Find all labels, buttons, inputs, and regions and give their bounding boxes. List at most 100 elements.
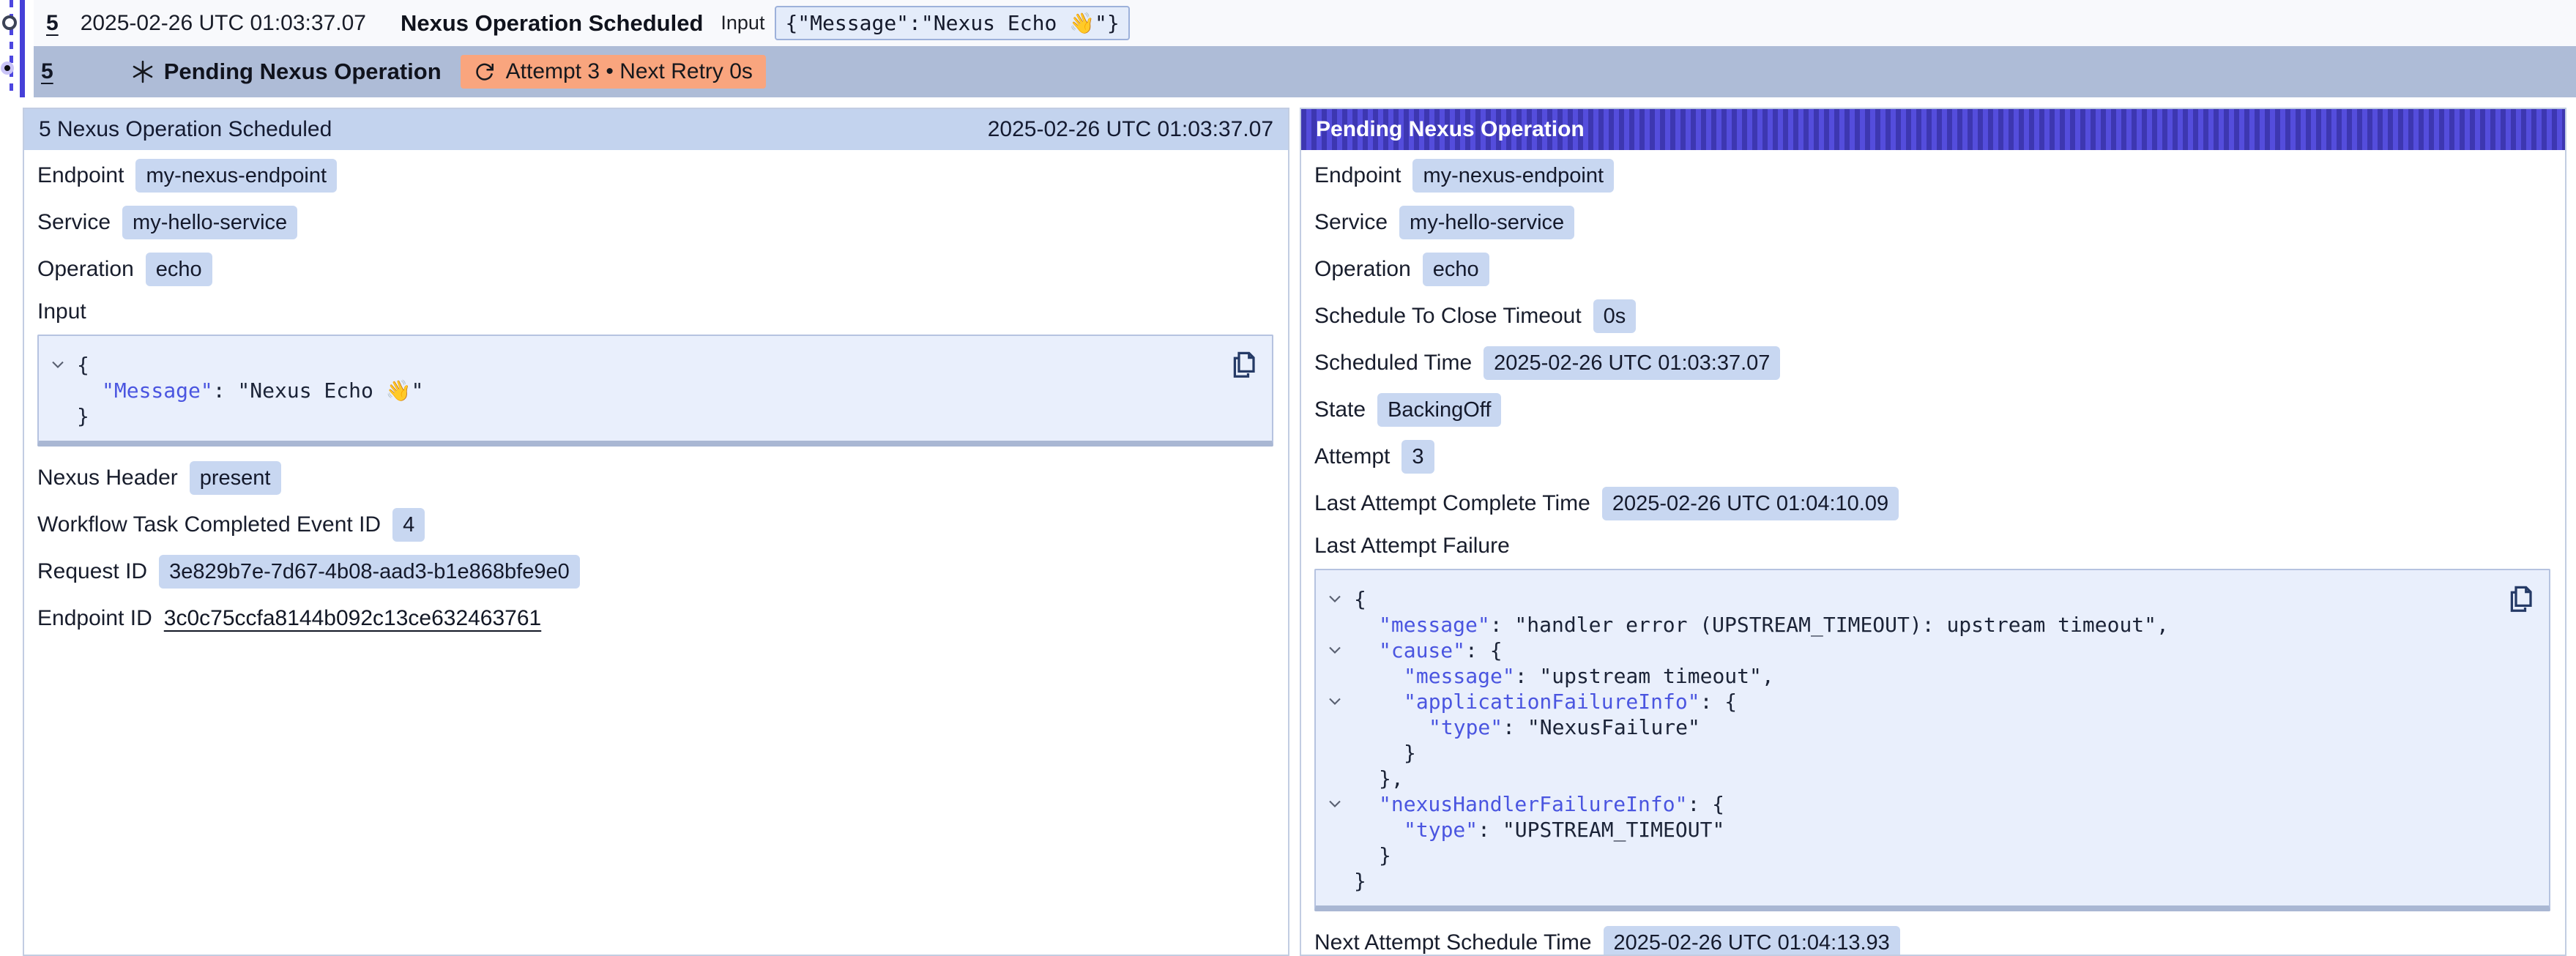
json-text: : "Nexus Echo 👋" [213, 378, 424, 403]
collapse-chevron-icon[interactable] [1325, 640, 1345, 660]
json-text: } [1354, 869, 1366, 893]
field-value-badge: 3e829b7e-7d67-4b08-aad3-b1e868bfe9e0 [159, 555, 580, 589]
field-value-badge: my-nexus-endpoint [1412, 159, 1614, 193]
json-text: { [1354, 587, 1366, 611]
json-text: : { [1687, 792, 1724, 816]
json-key: "type" [1404, 818, 1478, 842]
timeline-accent-bar [20, 0, 25, 97]
field-label: Next Attempt Schedule Time [1314, 930, 1592, 955]
field-row-last-attempt-complete-time: Last Attempt Complete Time 2025-02-26 UT… [1314, 487, 2550, 520]
json-line: { [1316, 586, 2498, 612]
field-row-endpoint-id: Endpoint ID 3c0c75ccfa8144b092c13ce63246… [37, 602, 1273, 635]
field-label: Service [1314, 210, 1388, 235]
field-value-badge: 2025-02-26 UTC 01:04:10.09 [1602, 487, 1899, 520]
detail-panels: 5 Nexus Operation Scheduled 2025-02-26 U… [23, 108, 2566, 956]
field-label: Endpoint ID [37, 606, 152, 631]
field-label: Operation [1314, 257, 1411, 282]
retry-badge-text: Attempt 3 • Next Retry 0s [506, 59, 753, 84]
field-label: Service [37, 210, 111, 235]
json-line: "message": "upstream timeout", [1316, 663, 2498, 689]
event-title: Nexus Operation Scheduled [401, 10, 703, 37]
event-open-circle-icon [2, 15, 17, 30]
field-value-badge: 2025-02-26 UTC 01:03:37.07 [1484, 346, 1780, 380]
left-panel-body: Endpoint my-nexus-endpoint Service my-he… [24, 150, 1288, 635]
panel-pending-nexus-operation: Pending Nexus Operation Endpoint my-nexu… [1300, 108, 2566, 956]
json-line: "Message": "Nexus Echo 👋" [39, 378, 1221, 403]
left-panel-header: 5 Nexus Operation Scheduled 2025-02-26 U… [24, 109, 1288, 150]
copy-icon[interactable] [2504, 582, 2536, 617]
field-row-state: State BackingOff [1314, 393, 2550, 427]
field-label: Endpoint [37, 163, 124, 188]
field-value-badge: echo [1423, 253, 1489, 286]
json-line: "type": "UPSTREAM_TIMEOUT" [1316, 817, 2498, 843]
json-key: "nexusHandlerFailureInfo" [1379, 792, 1687, 816]
field-label: State [1314, 397, 1366, 422]
json-line: "nexusHandlerFailureInfo": { [1316, 791, 2498, 817]
timeline-dashed-connector [10, 0, 13, 97]
field-row-nexus-header: Nexus Header present [37, 461, 1273, 495]
field-label: Endpoint [1314, 163, 1401, 188]
json-text: : "NexusFailure" [1503, 715, 1700, 739]
retry-icon [474, 61, 496, 83]
json-key: "type" [1429, 715, 1503, 739]
copy-icon[interactable] [1226, 348, 1259, 383]
field-label: Last Attempt Complete Time [1314, 491, 1590, 516]
json-key: "Message" [102, 378, 213, 403]
collapse-chevron-icon[interactable] [1325, 589, 1345, 609]
json-text: : "upstream timeout", [1515, 664, 1774, 688]
field-value-badge: 4 [392, 508, 425, 542]
json-line: "applicationFailureInfo": { [1316, 689, 2498, 714]
field-value-badge: my-hello-service [122, 206, 297, 239]
pending-event-id-link[interactable]: 5 [41, 59, 53, 84]
input-json-viewer: {"Message": "Nexus Echo 👋"} [37, 335, 1273, 447]
json-key: "message" [1404, 664, 1515, 688]
event-input-preview-chip[interactable]: {"Message":"Nexus Echo 👋"} [775, 6, 1129, 40]
field-label: Nexus Header [37, 466, 178, 490]
pending-asterisk-icon [130, 59, 155, 84]
json-key: "cause" [1379, 638, 1465, 662]
field-label: Schedule To Close Timeout [1314, 304, 1582, 329]
left-panel-timestamp: 2025-02-26 UTC 01:03:37.07 [988, 117, 1273, 142]
field-row-service: Service my-hello-service [37, 206, 1273, 239]
collapse-chevron-icon[interactable] [48, 354, 68, 375]
left-panel-title: 5 Nexus Operation Scheduled [39, 117, 332, 142]
input-section-label: Input [37, 299, 1273, 324]
field-value-badge: my-nexus-endpoint [135, 159, 337, 193]
panel-nexus-operation-scheduled: 5 Nexus Operation Scheduled 2025-02-26 U… [23, 108, 1289, 956]
field-row-endpoint: Endpoint my-nexus-endpoint [1314, 159, 2550, 193]
json-line: } [39, 403, 1221, 429]
field-row-service: Service my-hello-service [1314, 206, 2550, 239]
workflow-event-detail-view: 5 2025-02-26 UTC 01:03:37.07 Nexus Opera… [0, 0, 2576, 956]
json-line: } [1316, 843, 2498, 868]
field-row-workflow-task-completed-event-id: Workflow Task Completed Event ID 4 [37, 508, 1273, 542]
json-text: : "handler error (UPSTREAM_TIMEOUT): ups… [1490, 613, 2169, 637]
field-value-badge: echo [146, 253, 212, 286]
collapse-chevron-icon[interactable] [1325, 793, 1345, 814]
right-panel-title: Pending Nexus Operation [1316, 117, 1585, 142]
endpoint-id-link[interactable]: 3c0c75ccfa8144b092c13ce632463761 [164, 606, 541, 631]
json-line: } [1316, 868, 2498, 894]
field-row-scheduled-time: Scheduled Time 2025-02-26 UTC 01:03:37.0… [1314, 346, 2550, 380]
field-value-badge: 2025-02-26 UTC 01:04:13.93 [1604, 926, 1900, 956]
json-line: { [39, 352, 1221, 378]
right-panel-body: Endpoint my-nexus-endpoint Service my-he… [1301, 150, 2565, 956]
field-label: Attempt [1314, 444, 1390, 469]
field-value-badge: BackingOff [1377, 393, 1501, 427]
field-row-schedule-to-close-timeout: Schedule To Close Timeout 0s [1314, 299, 2550, 333]
event-row-nexus-operation-scheduled[interactable]: 5 2025-02-26 UTC 01:03:37.07 Nexus Opera… [34, 0, 2576, 46]
collapse-chevron-icon[interactable] [1325, 691, 1345, 712]
event-id-link[interactable]: 5 [46, 11, 59, 36]
failure-json-viewer: { "message" : "handler error (UPSTREAM_TIM… [1314, 569, 2550, 911]
field-row-operation: Operation echo [37, 253, 1273, 286]
event-filled-circle-icon [1, 61, 14, 75]
event-input-label: Input [721, 12, 764, 34]
json-text: } [1404, 741, 1416, 765]
field-row-endpoint: Endpoint my-nexus-endpoint [37, 159, 1273, 193]
field-value-badge: my-hello-service [1399, 206, 1574, 239]
pending-nexus-operation-row[interactable]: 5 Pending Nexus Operation Attempt 3 • Ne… [34, 46, 2576, 97]
field-label: Request ID [37, 559, 147, 584]
json-text: { [77, 353, 89, 377]
right-panel-header: Pending Nexus Operation [1301, 109, 2565, 150]
field-row-operation: Operation echo [1314, 253, 2550, 286]
field-label: Workflow Task Completed Event ID [37, 512, 381, 537]
